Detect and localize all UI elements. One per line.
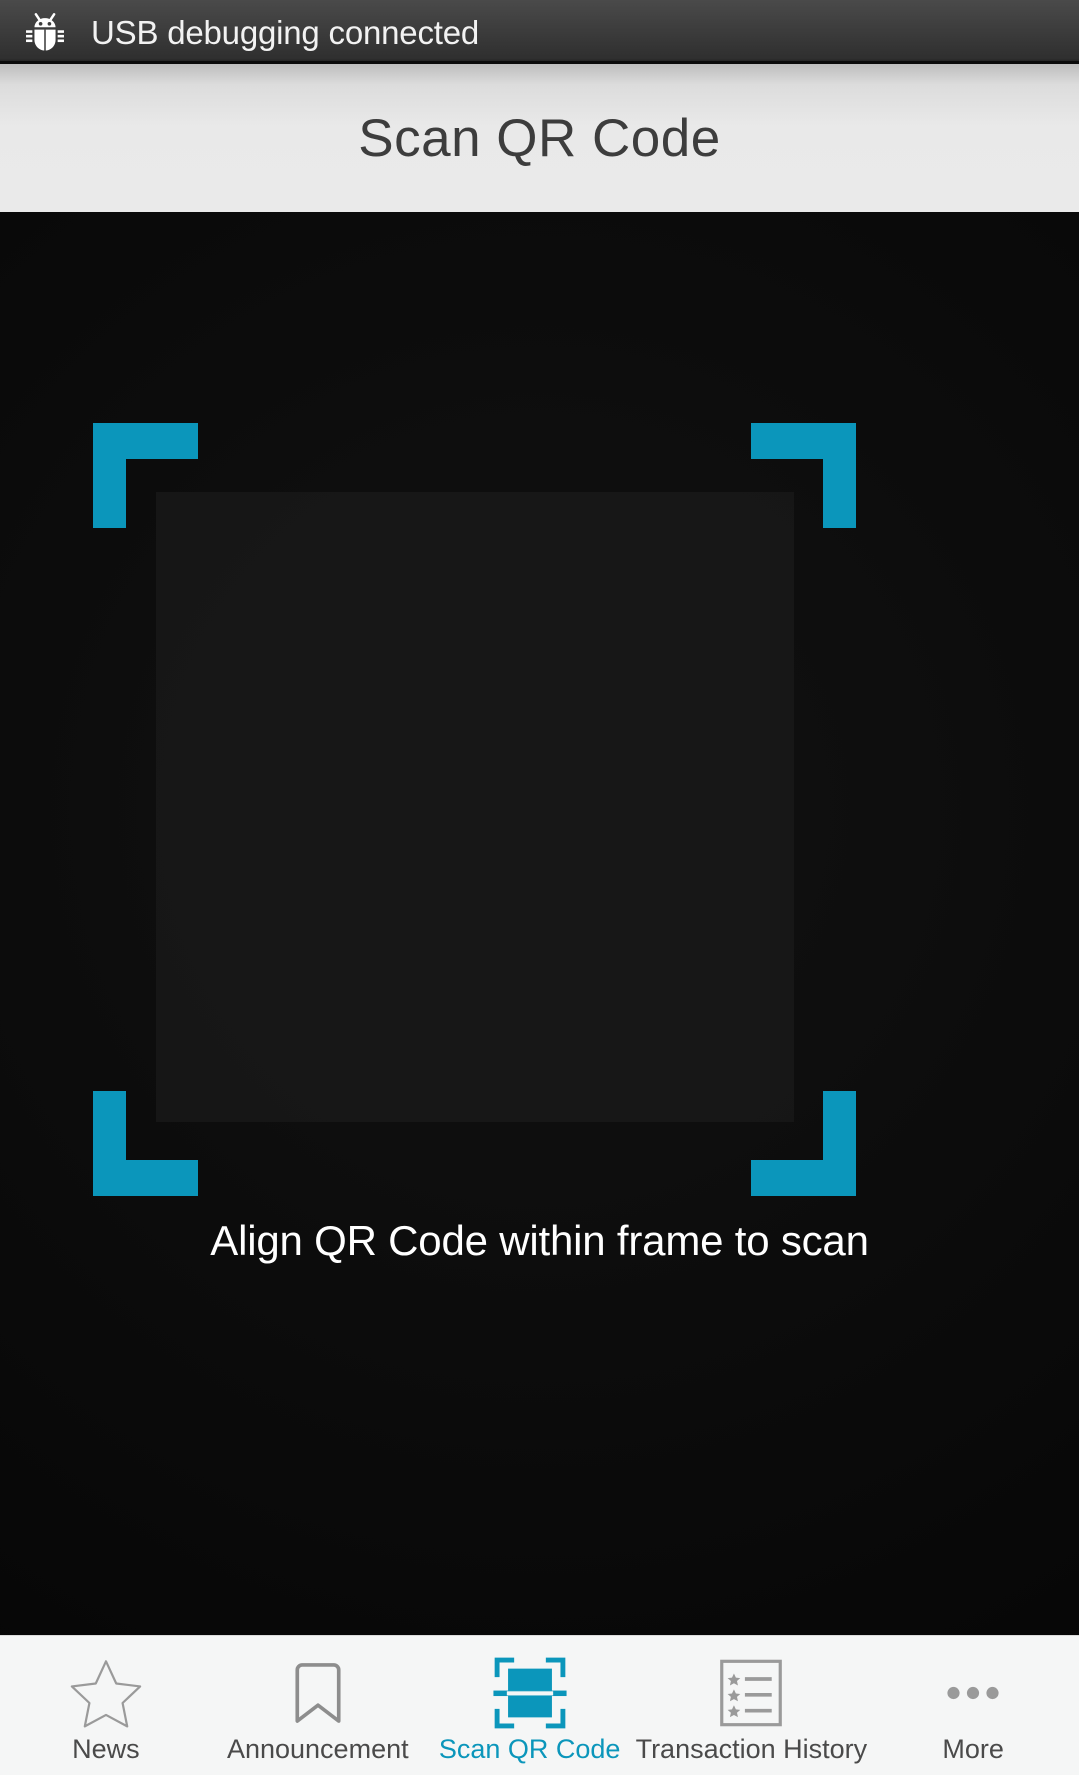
tab-announcement[interactable]: Announcement — [212, 1636, 424, 1775]
camera-viewfinder[interactable]: Align QR Code within frame to scan — [0, 212, 1079, 1635]
tab-label-news: News — [72, 1734, 140, 1764]
tab-label-more: More — [942, 1734, 1004, 1764]
scan-instruction-text: Align QR Code within frame to scan — [210, 1217, 869, 1264]
camera-preview-region — [156, 492, 794, 1122]
tab-scan-qr-code[interactable]: Scan QR Code — [424, 1636, 636, 1775]
android-status-bar: USB debugging connected — [0, 0, 1079, 64]
ellipsis-horizontal-icon — [927, 1654, 1019, 1732]
qr-scan-icon — [484, 1654, 576, 1732]
scan-frame-corner-bottom-left — [93, 1091, 198, 1196]
star-outline-icon — [60, 1654, 152, 1732]
scan-frame-corner-top-right — [751, 423, 856, 528]
tab-news[interactable]: News — [0, 1636, 212, 1775]
tab-label-scan-qr-code: Scan QR Code — [438, 1734, 621, 1764]
app-screen: USB debugging connected Scan QR Code Ali… — [0, 0, 1079, 1775]
page-header: Scan QR Code — [0, 64, 1079, 212]
bookmark-outline-icon — [272, 1654, 364, 1732]
starred-list-page-icon — [705, 1654, 797, 1732]
bottom-tab-bar: News Announcement Scan QR Code Transacti… — [0, 1635, 1079, 1775]
android-debug-bug-icon — [22, 9, 68, 55]
scan-frame-corner-top-left — [93, 423, 198, 528]
tab-more[interactable]: More — [867, 1636, 1079, 1775]
status-bar-text: USB debugging connected — [91, 13, 480, 51]
tab-label-transaction-history: Transaction History — [635, 1734, 868, 1764]
tab-label-announcement: Announcement — [226, 1734, 409, 1764]
page-title: Scan QR Code — [358, 108, 721, 168]
tab-transaction-history[interactable]: Transaction History — [635, 1636, 868, 1775]
scan-frame-corner-bottom-right — [751, 1091, 856, 1196]
